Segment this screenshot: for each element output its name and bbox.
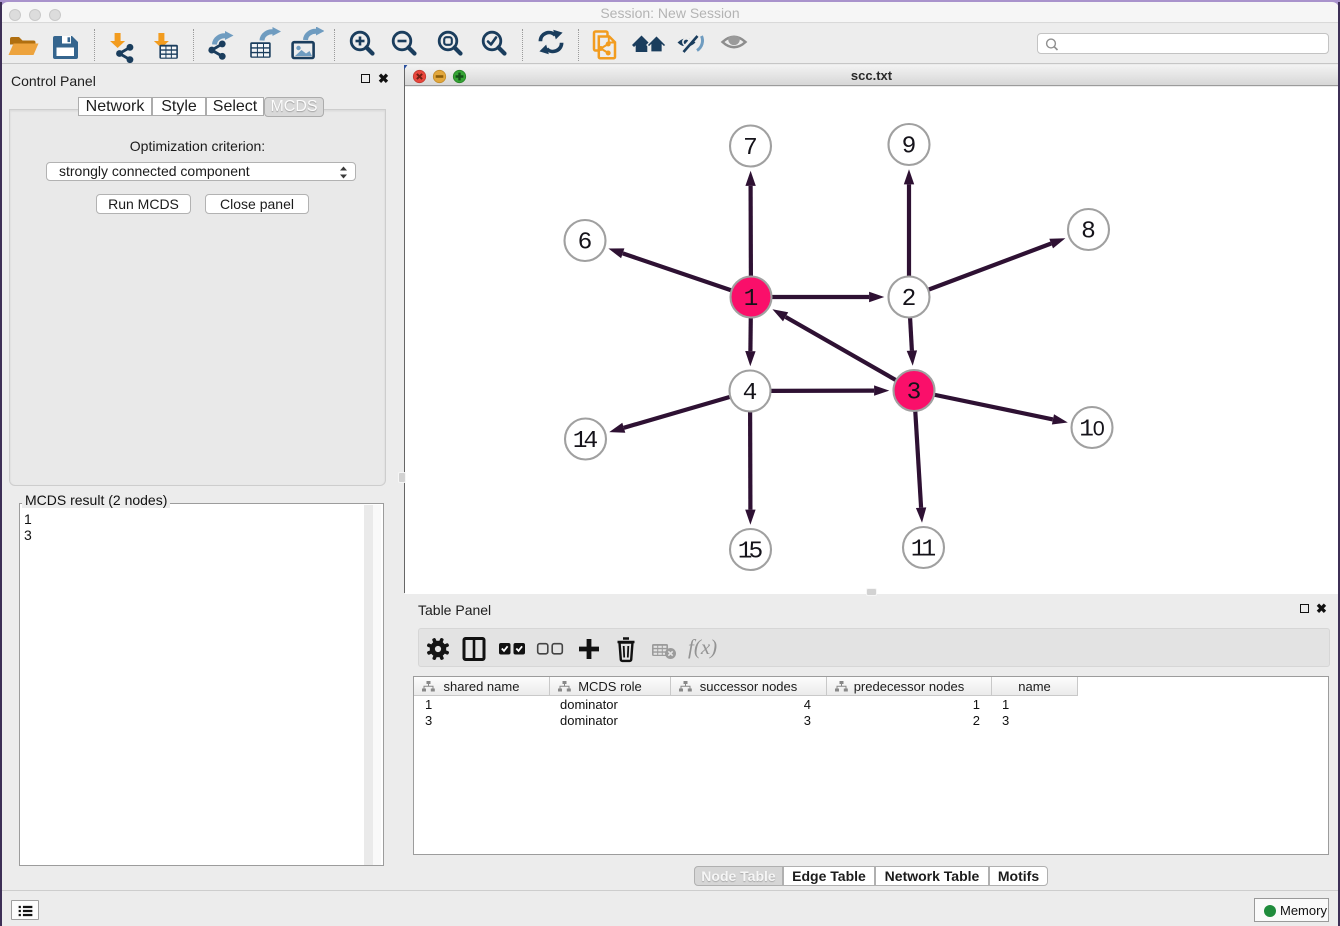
svg-text:9: 9: [902, 134, 917, 161]
svg-text:7: 7: [743, 135, 758, 162]
svg-text:1: 1: [744, 286, 759, 313]
svg-text:4: 4: [743, 380, 758, 407]
svg-text:2: 2: [902, 286, 917, 313]
svg-text:8: 8: [1081, 219, 1096, 246]
svg-text:6: 6: [578, 230, 593, 257]
svg-text:15: 15: [738, 539, 764, 566]
svg-text:11: 11: [911, 537, 937, 564]
svg-text:14: 14: [573, 428, 599, 455]
svg-text:3: 3: [907, 380, 922, 407]
svg-text:10: 10: [1079, 416, 1105, 444]
